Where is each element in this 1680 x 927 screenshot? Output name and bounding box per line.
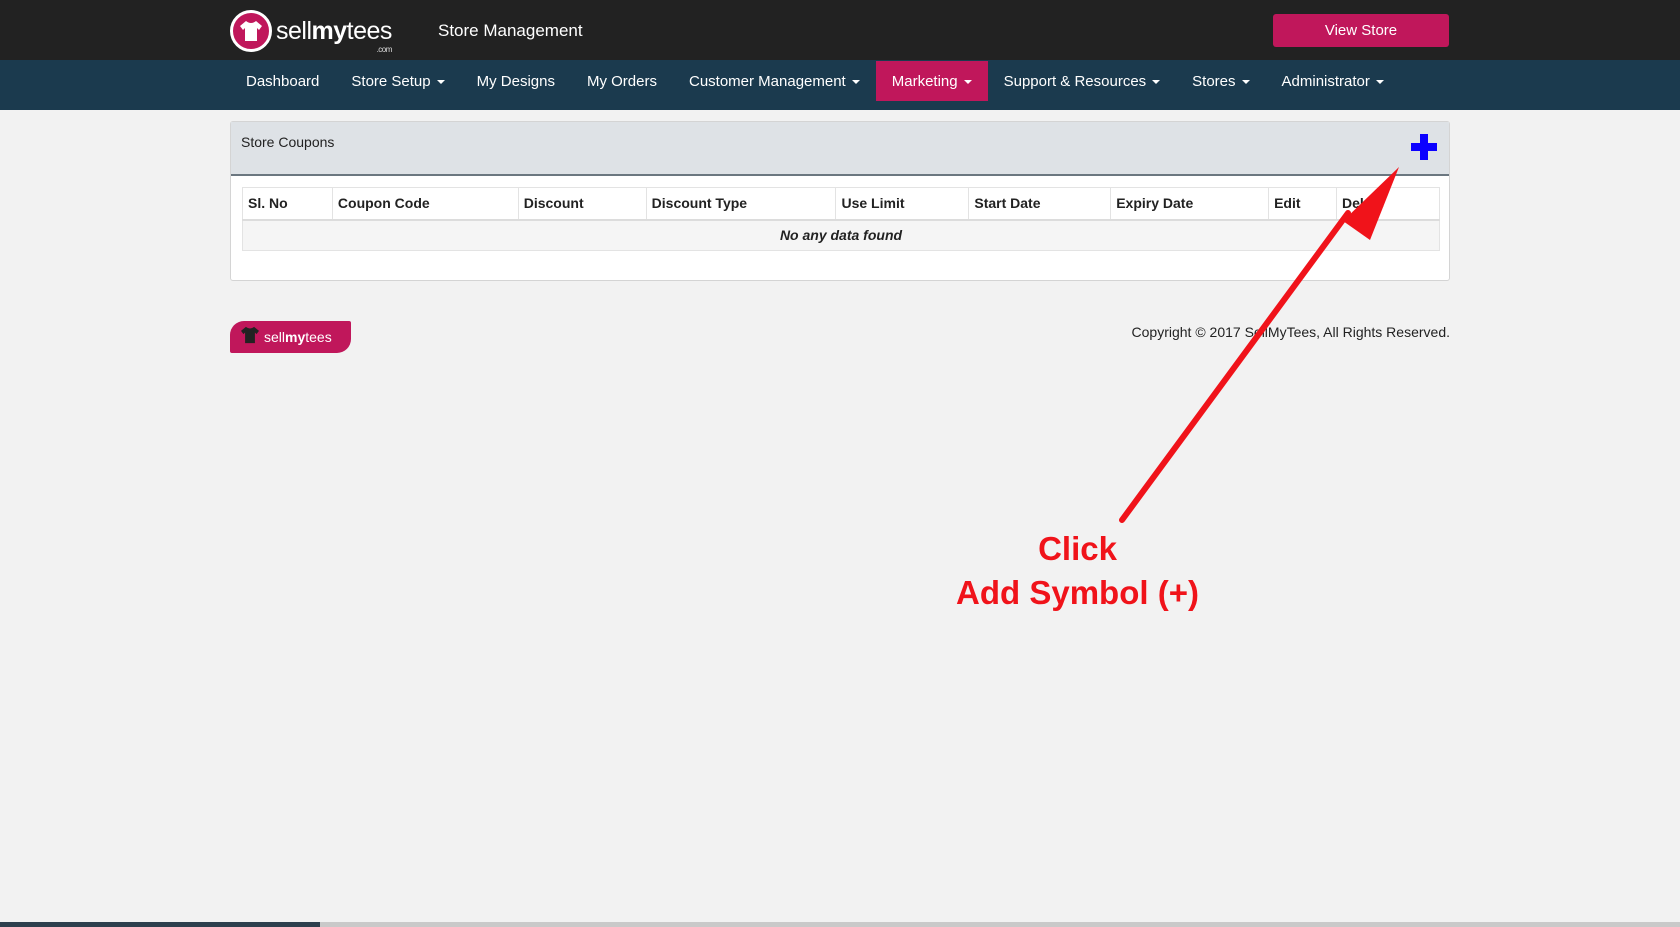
caret-down-icon (1241, 80, 1250, 84)
view-store-button[interactable]: View Store (1273, 14, 1449, 47)
main-nav: Dashboard Store Setup My Designs My Orders C… (0, 60, 1680, 110)
caret-down-icon (1375, 80, 1384, 84)
nav-item-label: Marketing (891, 72, 958, 90)
column-header-start-date: Start Date (968, 187, 1112, 221)
nav-item-stores[interactable]: Stores (1176, 61, 1265, 101)
nav-item-label: Support & Resources (1003, 72, 1147, 90)
nav-item-store-setup[interactable]: Store Setup (335, 61, 460, 101)
nav-item-label: Administrator (1281, 72, 1370, 90)
nav-item-label: My Orders (586, 72, 657, 90)
bottom-scrollbar (0, 922, 1680, 927)
caret-down-icon (1152, 80, 1161, 84)
nav-item-label: Stores (1192, 72, 1236, 90)
nav-item-label: Customer Management (688, 72, 846, 90)
table-row: No any data found (242, 219, 1440, 251)
nav-item-label: Store Setup (351, 72, 431, 90)
top-bar: sellmytees .com Store Management View St… (0, 0, 1680, 60)
nav-item-my-designs[interactable]: My Designs (461, 61, 571, 101)
nav-item-support-resources[interactable]: Support & Resources (988, 61, 1177, 101)
page-title: Store Management (438, 21, 583, 40)
column-header-coupon-code: Coupon Code (331, 187, 519, 221)
panel-title: Store Coupons (241, 134, 335, 150)
annotation-line-1: Click (1038, 530, 1117, 567)
coupons-table: Sl. No Coupon Code Discount Discount Type Us… (242, 187, 1440, 251)
add-coupon-button[interactable] (1409, 133, 1439, 163)
column-header-edit: Edit (1268, 187, 1338, 221)
empty-message: No any data found (242, 219, 1440, 251)
nav-item-customer-management[interactable]: Customer Management (673, 61, 876, 101)
nav-item-my-orders[interactable]: My Orders (571, 61, 673, 101)
table-header-row: Sl. No Coupon Code Discount Discount Type Us… (242, 187, 1440, 221)
caret-down-icon (851, 80, 860, 84)
tshirt-icon (230, 10, 272, 52)
footer-logo[interactable]: sellmytees (230, 321, 351, 353)
caret-down-icon (963, 80, 972, 84)
store-coupons-panel: Store Coupons Sl. No Coupon Code Discount D… (230, 121, 1450, 281)
column-header-discount-type: Discount Type (645, 187, 837, 221)
column-header-expiry-date: Expiry Date (1110, 187, 1270, 221)
annotation-line-2: Add Symbol (+) (956, 574, 1199, 611)
sellmytees-logo[interactable]: sellmytees .com (230, 10, 392, 54)
nav-item-label: Dashboard (246, 72, 320, 90)
nav-item-label: My Designs (476, 72, 555, 90)
logo-suffix: .com (376, 44, 393, 54)
nav-item-dashboard[interactable]: Dashboard (230, 61, 335, 101)
panel-heading: Store Coupons (231, 122, 1449, 176)
column-header-discount: Discount (517, 187, 647, 221)
column-header-delete: Delete (1336, 187, 1440, 221)
column-header-use-limit: Use Limit (835, 187, 970, 221)
column-header-sl-no: Sl. No (242, 187, 333, 221)
annotation-text: Click Add Symbol (+) (940, 527, 1215, 615)
copyright-text: Copyright © 2017 SellMyTees, All Rights … (1131, 324, 1450, 340)
logo-text: sellmytees .com (276, 16, 392, 54)
nav-item-marketing[interactable]: Marketing (875, 61, 988, 101)
nav-item-administrator[interactable]: Administrator (1266, 61, 1400, 101)
footer-logo-text: sellmytees (264, 329, 332, 345)
tshirt-icon (240, 326, 260, 349)
caret-down-icon (436, 80, 445, 84)
